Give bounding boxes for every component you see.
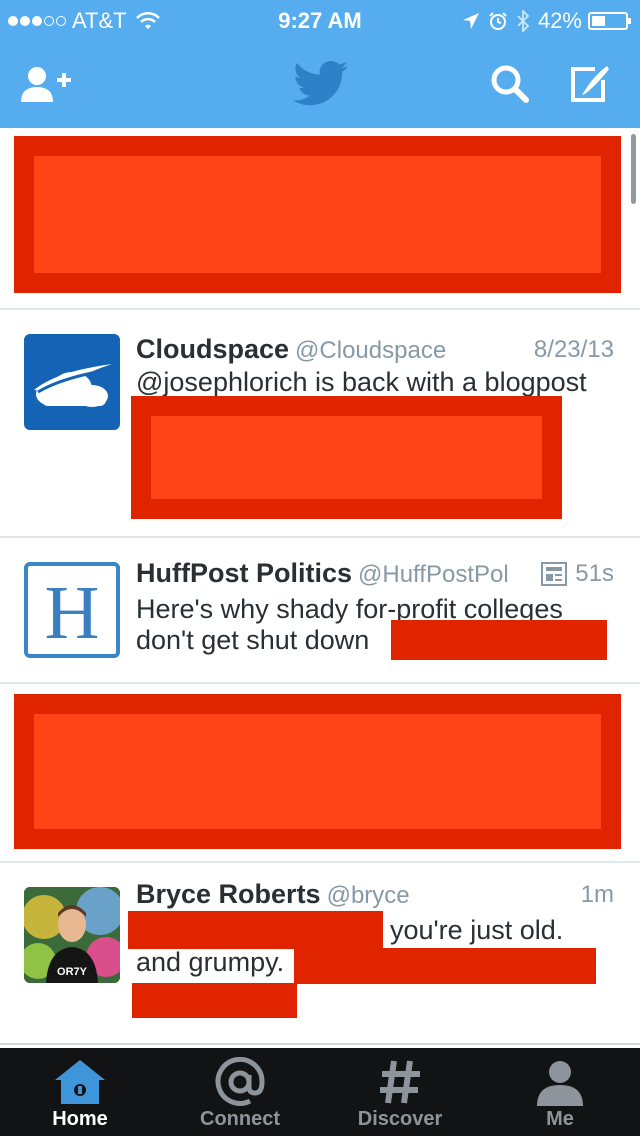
tab-label: Discover xyxy=(357,1108,443,1130)
cloud-logo-icon xyxy=(34,364,112,407)
avatar[interactable]: OR7Y xyxy=(24,887,120,983)
battery-percent: 42% xyxy=(537,8,582,33)
tweet-text-line: don't get shut down xyxy=(136,625,370,655)
hashtag-icon xyxy=(320,1056,480,1108)
tweet-text-line: you're just old. xyxy=(390,915,564,945)
bluetooth-icon xyxy=(517,10,530,32)
tweet-author[interactable]: Cloudspace @Cloudspace xyxy=(136,334,446,365)
author-name: Bryce Roberts xyxy=(136,879,321,909)
redacted-tweet xyxy=(14,136,621,293)
tab-connect[interactable]: Connect xyxy=(160,1048,320,1136)
search-button[interactable] xyxy=(482,58,538,110)
summary-card-icon xyxy=(541,562,568,586)
twitter-logo xyxy=(292,58,352,110)
timestamp-text: 51s xyxy=(575,560,614,587)
svg-text:H: H xyxy=(45,571,100,654)
tab-bar: Home Connect Discover Me xyxy=(0,1048,640,1136)
compose-icon xyxy=(571,66,609,102)
status-bar: AT&T 9:27 AM 42% xyxy=(0,0,640,40)
scrollbar[interactable] xyxy=(631,134,636,204)
avatar[interactable]: H xyxy=(24,562,120,658)
tweet-cloudspace[interactable]: Cloudspace @Cloudspace 8/23/13 @josephlor… xyxy=(0,310,640,536)
divider xyxy=(0,1043,640,1045)
redacted-link xyxy=(391,620,607,660)
add-user-button[interactable] xyxy=(18,58,74,110)
shirt-text: OR7Y xyxy=(57,966,88,978)
tab-label: Connect xyxy=(200,1108,280,1130)
tweet-timestamp: 51s xyxy=(541,560,614,588)
redacted-tweet xyxy=(14,694,621,849)
tweet-timestamp: 1m xyxy=(581,881,614,909)
author-name: HuffPost Politics xyxy=(136,558,353,588)
battery-icon xyxy=(588,12,631,30)
divider xyxy=(0,682,640,684)
status-right: 42% xyxy=(462,8,631,34)
tweet-text: @josephlorich is back with a blogpost xyxy=(136,367,587,397)
compose-button[interactable] xyxy=(562,58,618,110)
tweet-text-line: and grumpy. xyxy=(136,947,285,977)
tab-label: Me xyxy=(546,1108,574,1130)
redacted-content xyxy=(294,948,596,984)
tweet-author[interactable]: HuffPost Politics @HuffPostPol xyxy=(136,558,509,589)
person-photo-icon: OR7Y xyxy=(24,887,120,983)
tweet-timestamp: 8/23/13 xyxy=(534,336,614,364)
header-bar xyxy=(0,40,640,128)
author-handle: @Cloudspace xyxy=(295,337,447,364)
redacted-content xyxy=(132,983,297,1018)
at-icon xyxy=(160,1056,320,1108)
alarm-icon xyxy=(489,12,507,30)
twitter-bird-icon xyxy=(294,61,348,106)
tab-label: Home xyxy=(52,1108,108,1130)
redacted-content xyxy=(131,396,562,519)
search-icon xyxy=(491,65,529,103)
timestamp-text: 1m xyxy=(580,881,614,908)
tab-home[interactable]: Home xyxy=(0,1048,160,1136)
author-name: Cloudspace xyxy=(136,334,290,364)
tab-me[interactable]: Me xyxy=(480,1048,640,1136)
tweet-author[interactable]: Bryce Roberts @bryce xyxy=(136,879,410,910)
tab-discover[interactable]: Discover xyxy=(320,1048,480,1136)
avatar[interactable] xyxy=(24,334,120,430)
home-icon xyxy=(0,1056,160,1108)
redacted-content xyxy=(128,911,383,949)
person-icon xyxy=(480,1056,640,1108)
add-user-icon xyxy=(21,67,71,102)
author-handle: @HuffPostPol xyxy=(358,561,509,588)
timestamp-text: 8/23/13 xyxy=(533,336,614,363)
huffpost-h-logo-icon: H xyxy=(45,571,100,654)
location-arrow-icon xyxy=(462,13,479,29)
tweet-huffpost[interactable]: H HuffPost Politics @HuffPostPol 51s Here… xyxy=(0,538,640,682)
author-handle: @bryce xyxy=(326,882,410,909)
timeline[interactable]: Cloudspace @Cloudspace 8/23/13 @josephlor… xyxy=(0,128,640,1048)
tweet-bryce[interactable]: OR7Y Bryce Roberts @bryce 1m you're just … xyxy=(0,863,640,1043)
